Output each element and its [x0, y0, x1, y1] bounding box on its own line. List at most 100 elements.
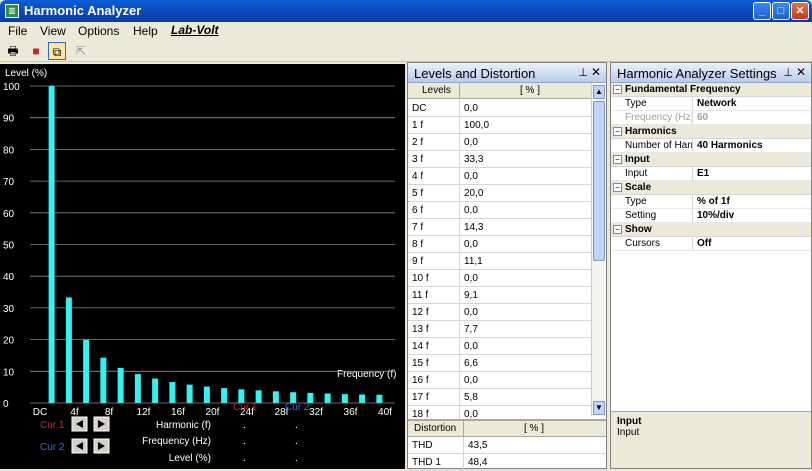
table-row[interactable]: 7 f 14,3 [408, 219, 592, 236]
menu-options[interactable]: Options [78, 24, 119, 38]
help-title: Input [617, 416, 642, 427]
level-cell: 6,6 [464, 358, 478, 369]
maximize-button[interactable]: □ [772, 2, 790, 20]
bar [359, 394, 366, 403]
table-row[interactable]: 6 f 0,0 [408, 202, 592, 219]
pin-icon[interactable]: ⊥ [783, 66, 793, 79]
property-name: Setting [611, 209, 693, 222]
table-row[interactable]: 16 f 0,0 [408, 372, 592, 389]
property-value[interactable]: 10%/div [693, 209, 734, 222]
property-name: Frequency (Hz) [611, 111, 693, 124]
property-row[interactable]: Frequency (Hz) 60 [611, 111, 811, 125]
close-icon[interactable]: ✕ [796, 65, 806, 79]
harmonic-cell: 3 f [408, 151, 460, 167]
stop-icon[interactable]: ■ [27, 42, 45, 60]
property-row[interactable]: Type Network [611, 97, 811, 111]
table-row[interactable]: THD 1 48,4 [408, 454, 606, 471]
property-name: Type [611, 195, 693, 208]
property-row[interactable]: Type% of 1f [611, 195, 811, 209]
table-row[interactable]: 5 f 20,0 [408, 185, 592, 202]
table-row[interactable]: 12 f 0,0 [408, 304, 592, 321]
property-value[interactable]: Network [693, 97, 736, 110]
harmonic-cell: 6 f [408, 202, 460, 218]
level-cell: 0,0 [464, 205, 478, 216]
property-row[interactable]: Setting 10%/div [611, 209, 811, 223]
level-cell: 5,8 [464, 392, 478, 403]
scroll-up-icon[interactable]: ▲ [593, 85, 605, 99]
property-category[interactable]: − Fundamental Frequency [611, 83, 811, 97]
property-category[interactable]: − Input [611, 153, 811, 167]
scroll-down-icon[interactable]: ▼ [593, 401, 605, 415]
property-row[interactable]: Cursors Off [611, 237, 811, 251]
table-row[interactable]: 15 f 6,6 [408, 355, 592, 372]
property-value[interactable]: 40 Harmonics [693, 139, 763, 152]
minimize-button[interactable]: _ [753, 2, 771, 20]
close-icon[interactable]: ✕ [591, 65, 601, 79]
levels-column-header[interactable]: Levels [408, 83, 460, 98]
levels-scrollbar[interactable]: ▲ ▼ [591, 84, 606, 416]
cur2-frequency-value: . [295, 436, 298, 447]
collapse-icon[interactable]: − [613, 183, 622, 192]
x-tick-label: 32f [309, 407, 323, 418]
collapse-icon[interactable]: − [613, 85, 622, 94]
collapse-icon[interactable]: − [613, 155, 622, 164]
table-row[interactable]: 13 f 7,7 [408, 321, 592, 338]
table-row[interactable]: 11 f 9,1 [408, 287, 592, 304]
table-row[interactable]: 1 f 100,0 [408, 117, 592, 134]
harmonic-cell: 4 f [408, 168, 460, 184]
close-button[interactable]: ✕ [791, 2, 809, 20]
collapse-icon[interactable]: − [613, 127, 622, 136]
y-tick-label: 30 [3, 304, 15, 315]
table-row[interactable]: 10 f 0,0 [408, 270, 592, 287]
table-row[interactable]: 2 f 0,0 [408, 134, 592, 151]
collapse-icon[interactable]: − [613, 225, 622, 234]
distortion-grid-header: Distortion [ % ] [408, 421, 606, 437]
menu-view[interactable]: View [40, 24, 66, 38]
run-icon[interactable]: ⧉ [48, 42, 66, 60]
property-category[interactable]: − Scale [611, 181, 811, 195]
cursor-icon[interactable]: ⇱ [72, 42, 90, 60]
cur1-label: Cur 1 [40, 420, 65, 431]
table-row[interactable]: THD 43,5 [408, 437, 606, 454]
distortion-unit-header[interactable]: [ % ] [464, 421, 606, 436]
property-value[interactable]: E1 [693, 167, 709, 180]
property-value[interactable]: 60 [693, 111, 708, 124]
table-row[interactable]: 8 f 0,0 [408, 236, 592, 253]
harmonic-readout-label: Harmonic (f) [156, 420, 211, 431]
property-category[interactable]: − Harmonics [611, 125, 811, 139]
bar [117, 367, 124, 403]
levels-distortion-panel: Levels and Distortion ⊥ ✕ Levels [ % ] D… [407, 62, 607, 471]
property-category[interactable]: − Show [611, 223, 811, 237]
property-row[interactable]: Number of Harmon40 Harmonics [611, 139, 811, 153]
y-tick-label: 80 [3, 145, 15, 156]
unit-column-header[interactable]: [ % ] [460, 83, 592, 98]
pin-icon[interactable]: ⊥ [578, 66, 588, 79]
scroll-thumb[interactable] [593, 101, 605, 261]
table-row[interactable]: 3 f 33,3 [408, 151, 592, 168]
y-tick-label: 100 [3, 82, 20, 93]
bar [272, 391, 279, 403]
table-row[interactable]: 14 f 0,0 [408, 338, 592, 355]
bar [221, 388, 228, 403]
bar [134, 374, 141, 403]
table-row[interactable]: DC 0,0 [408, 100, 592, 117]
property-row[interactable]: Input E1 [611, 167, 811, 181]
distortion-rows: THD 43,5 THD 1 48,4 [408, 437, 606, 471]
harmonic-cell: 17 f [408, 389, 460, 405]
menu-file[interactable]: File [8, 24, 27, 38]
table-row[interactable]: 9 f 11,1 [408, 253, 592, 270]
print-icon[interactable]: 🖶 [4, 42, 22, 60]
y-tick-label: 60 [3, 209, 15, 220]
table-row[interactable]: 17 f 5,8 [408, 389, 592, 406]
property-value[interactable]: Off [693, 237, 711, 250]
property-name: Input [611, 167, 693, 180]
app-icon: ▥ [5, 4, 19, 18]
level-cell: 0,0 [464, 341, 478, 352]
property-value[interactable]: % of 1f [693, 195, 730, 208]
menu-help[interactable]: Help [133, 24, 158, 38]
y-tick-labels: 0 10 20 30 40 50 60 70 80 90 100 [3, 82, 20, 410]
table-row[interactable]: 4 f 0,0 [408, 168, 592, 185]
bar [83, 339, 90, 403]
distortion-column-header[interactable]: Distortion [408, 421, 464, 436]
bar [48, 86, 55, 403]
